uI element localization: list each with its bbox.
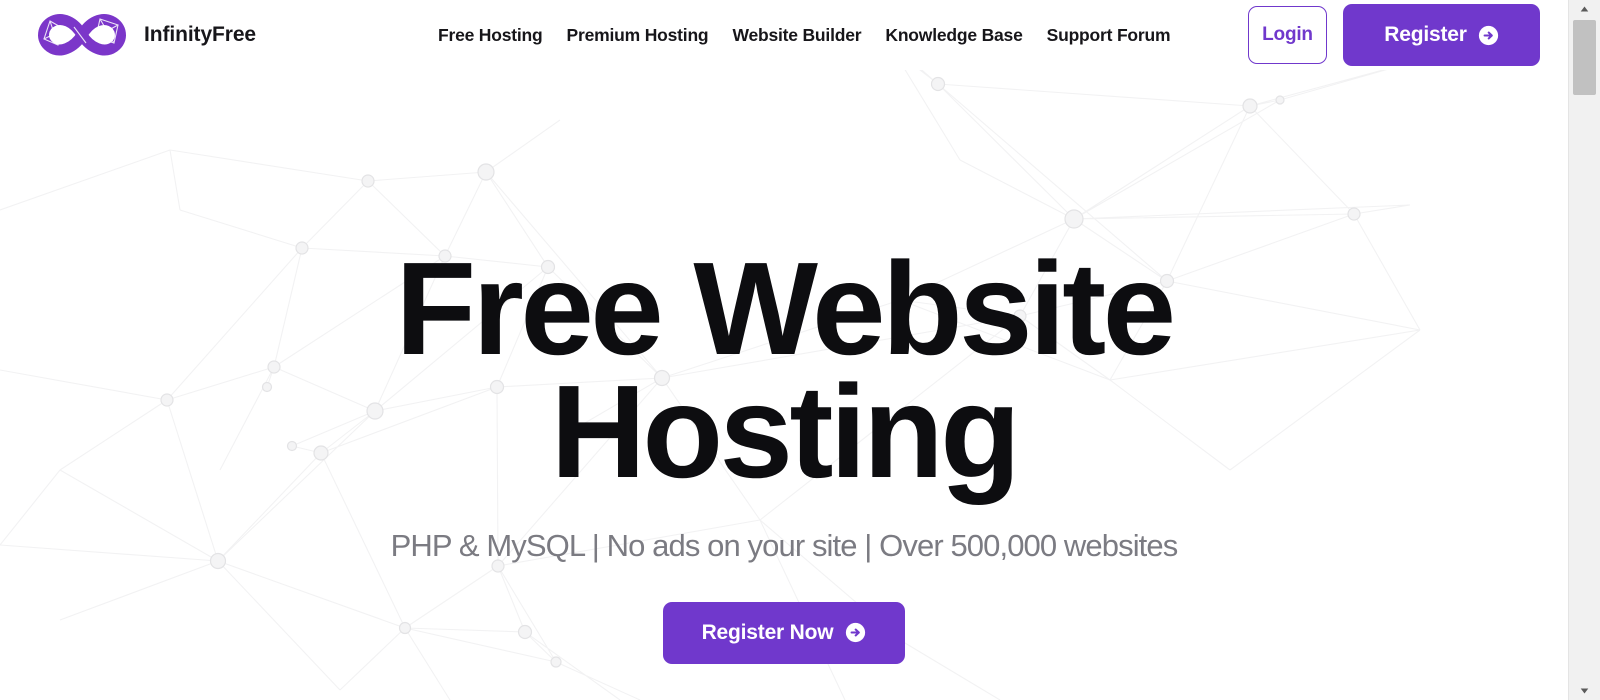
scrollbar-up-button[interactable]	[1569, 0, 1600, 18]
main-navigation: Free Hosting Premium Hosting Website Bui…	[438, 25, 1171, 46]
nav-item-website-builder[interactable]: Website Builder	[732, 25, 861, 46]
site-header: InfinityFree Free Hosting Premium Hostin…	[0, 0, 1568, 70]
hero-section: Free Website Hosting PHP & MySQL | No ad…	[0, 70, 1568, 700]
arrow-right-circle-icon	[1478, 25, 1498, 45]
hero-title-line-1: Free Website	[395, 235, 1176, 382]
header-actions: Login Register	[1248, 4, 1540, 66]
register-button[interactable]: Register	[1343, 4, 1540, 66]
vertical-scrollbar[interactable]	[1568, 0, 1600, 700]
brand-logo-link[interactable]: InfinityFree	[28, 7, 256, 63]
nav-item-knowledge-base[interactable]: Knowledge Base	[885, 25, 1022, 46]
nav-item-free-hosting[interactable]: Free Hosting	[438, 25, 543, 46]
login-button[interactable]: Login	[1248, 6, 1327, 64]
scroll-down-arrow-icon	[1580, 688, 1589, 694]
scrollbar-thumb[interactable]	[1573, 20, 1596, 95]
hero-subtitle: PHP & MySQL | No ads on your site | Over…	[390, 527, 1179, 563]
infinity-logo-icon	[38, 14, 126, 56]
network-constellation-pattern	[0, 0, 1421, 700]
register-now-button-label: Register Now	[701, 620, 834, 644]
register-now-button[interactable]: Register Now	[663, 601, 905, 664]
page-title: Free Website Hosting	[395, 243, 1176, 498]
nav-item-premium-hosting[interactable]: Premium Hosting	[567, 25, 709, 46]
scrollbar-down-button[interactable]	[1569, 682, 1600, 700]
arrow-right-circle-icon	[846, 622, 866, 643]
register-button-label: Register	[1384, 23, 1467, 46]
nav-item-support-forum[interactable]: Support Forum	[1047, 25, 1171, 46]
hero-title-line-2: Hosting	[550, 357, 1021, 505]
brand-name: InfinityFree	[144, 23, 256, 46]
scroll-up-arrow-icon	[1580, 6, 1589, 12]
browser-viewport: InfinityFree Free Hosting Premium Hostin…	[0, 0, 1568, 700]
